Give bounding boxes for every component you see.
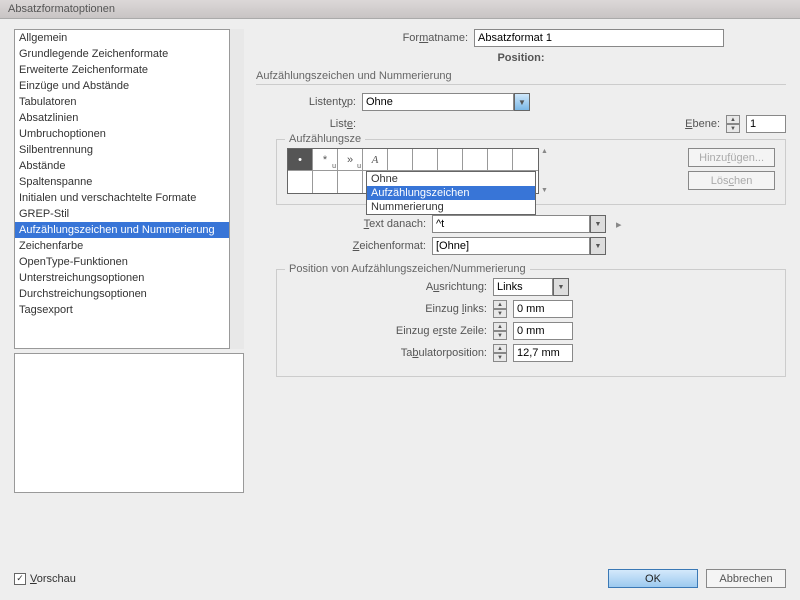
sidebar-item[interactable]: Grundlegende Zeichenformate [15, 46, 229, 62]
charfmt-dropdown[interactable] [432, 237, 590, 255]
dropdown-option[interactable]: Aufzählungszeichen [367, 186, 535, 200]
sidebar-item[interactable]: Initialen und verschachtelte Formate [15, 190, 229, 206]
ebene-label: Ebene: [685, 118, 720, 130]
cancel-button[interactable]: Abbrechen [706, 569, 786, 588]
glyph-cell[interactable] [313, 171, 338, 193]
titlebar: Absatzformatoptionen [0, 0, 800, 19]
sidebar-item[interactable]: OpenType-Funktionen [15, 254, 229, 270]
sidebar-item[interactable]: Tabulatoren [15, 94, 229, 110]
listentyp-label: Listentyp: [276, 96, 356, 108]
glyph-cell[interactable] [413, 149, 438, 171]
dialog-footer: ✓ Vorschau OK Abbrechen [0, 561, 800, 600]
sidebar-item[interactable]: Absatzlinien [15, 110, 229, 126]
first-line-input[interactable] [513, 322, 573, 340]
add-button[interactable]: Hinzufügen... [688, 148, 775, 167]
indent-left-label: Einzug links: [287, 303, 487, 315]
sidebar-item[interactable]: Silbentrennung [15, 142, 229, 158]
sidebar-item[interactable]: Allgemein [15, 30, 229, 46]
glyph-cell[interactable]: *u [313, 149, 338, 171]
glyph-cell[interactable] [463, 149, 488, 171]
indent-left-stepper[interactable]: ▲▼ [493, 300, 507, 318]
delete-button[interactable]: Löschen [688, 171, 775, 190]
right-panel: Formatname: Position: Aufzählungszeichen… [256, 29, 786, 561]
dropdown-option[interactable]: Nummerierung [367, 200, 535, 214]
sidebar-item[interactable]: Unterstreichungsoptionen [15, 270, 229, 286]
charfmt-label: Zeichenformat: [276, 240, 426, 252]
position-legend: Position von Aufzählungszeichen/Nummerie… [285, 263, 530, 275]
align-label: Ausrichtung: [287, 281, 487, 293]
dialog-body: AllgemeinGrundlegende ZeichenformateErwe… [0, 19, 800, 561]
dialog-absatzformatoptionen: Absatzformatoptionen AllgemeinGrundlegen… [0, 0, 800, 600]
align-dropdown[interactable] [493, 278, 553, 296]
position-fieldset: Position von Aufzählungszeichen/Nummerie… [276, 269, 786, 377]
sidebar-item[interactable]: Spaltenspanne [15, 174, 229, 190]
glyph-cell[interactable] [288, 171, 313, 193]
ebene-stepper[interactable]: ▲▼ [726, 115, 740, 133]
glyph-cell[interactable]: A [363, 149, 388, 171]
glyph-down-arrow[interactable]: ▼ [541, 187, 548, 194]
chevron-down-icon[interactable]: ▼ [590, 237, 606, 255]
dropdown-option[interactable]: Ohne [367, 172, 535, 186]
glyph-cell[interactable] [438, 149, 463, 171]
glyph-cell[interactable] [488, 149, 513, 171]
sidebar-item[interactable]: Zeichenfarbe [15, 238, 229, 254]
checkbox-icon: ✓ [14, 573, 26, 585]
preview-box [14, 353, 244, 493]
listentyp-dropdown[interactable] [362, 93, 514, 111]
formatname-label: Formatname: [318, 32, 468, 44]
glyph-up-arrow[interactable]: ▲ [541, 148, 548, 155]
chevron-down-icon[interactable]: ▼ [514, 93, 530, 111]
glyph-cell[interactable] [513, 149, 538, 171]
tabpos-stepper[interactable]: ▲▼ [493, 344, 507, 362]
preview-checkbox[interactable]: ✓ Vorschau [14, 573, 76, 585]
glyph-cell[interactable]: • [288, 149, 313, 171]
first-line-stepper[interactable]: ▲▼ [493, 322, 507, 340]
tabpos-input[interactable] [513, 344, 573, 362]
position-label: Position: [256, 51, 786, 66]
sidebar-item[interactable]: Abstände [15, 158, 229, 174]
liste-label: Liste: [276, 118, 356, 130]
first-line-label: Einzug erste Zeile: [287, 325, 487, 337]
flyout-icon[interactable]: ▸ [612, 218, 622, 231]
sidebar-item[interactable]: Erweiterte Zeichenformate [15, 62, 229, 78]
chevron-down-icon[interactable]: ▼ [590, 215, 606, 233]
sidebar-item[interactable]: Aufzählungszeichen und Nummerierung [15, 222, 229, 238]
text-after-input[interactable] [432, 215, 590, 233]
preview-label: Vorschau [30, 573, 76, 585]
section-title: Aufzählungszeichen und Nummerierung [256, 70, 786, 85]
indent-left-input[interactable] [513, 300, 573, 318]
category-list[interactable]: AllgemeinGrundlegende ZeichenformateErwe… [14, 29, 230, 349]
glyph-cell[interactable]: »u [338, 149, 363, 171]
ebene-input[interactable] [746, 115, 786, 133]
sidebar-item[interactable]: GREP-Stil [15, 206, 229, 222]
left-column: AllgemeinGrundlegende ZeichenformateErwe… [14, 29, 244, 561]
sidebar-item[interactable]: Durchstreichungsoptionen [15, 286, 229, 302]
tabpos-label: Tabulatorposition: [287, 347, 487, 359]
chevron-down-icon[interactable]: ▼ [553, 278, 569, 296]
listentyp-options[interactable]: OhneAufzählungszeichenNummerierung [366, 171, 536, 215]
formatname-input[interactable] [474, 29, 724, 47]
ok-button[interactable]: OK [608, 569, 698, 588]
sidebar-item[interactable]: Einzüge und Abstände [15, 78, 229, 94]
glyph-cell[interactable] [338, 171, 363, 193]
glyph-legend: Aufzählungsze [285, 133, 365, 145]
sidebar-item[interactable]: Tagsexport [15, 302, 229, 318]
glyph-cell[interactable] [388, 149, 413, 171]
scrollbar[interactable] [230, 29, 244, 349]
text-after-label: Text danach: [276, 218, 426, 230]
sidebar-item[interactable]: Umbruchoptionen [15, 126, 229, 142]
